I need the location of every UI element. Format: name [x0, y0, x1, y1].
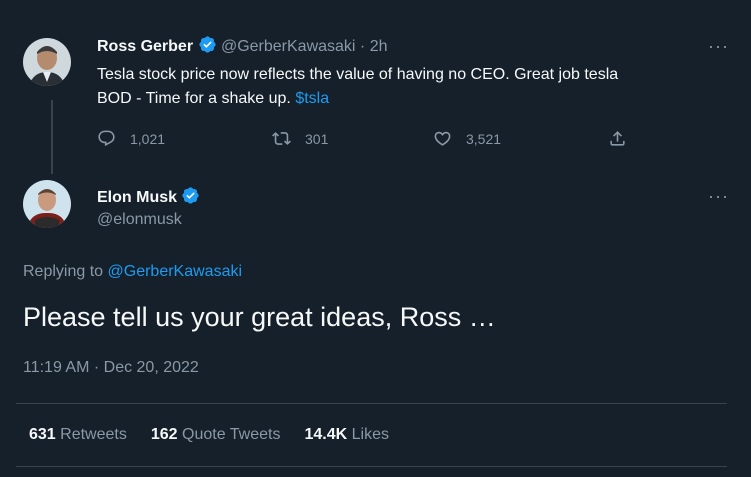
more-options-icon[interactable]: ··· [708, 36, 729, 57]
author-handle[interactable]: @GerberKawasaki [221, 38, 356, 55]
replying-to: Replying to @GerberKawasaki [23, 263, 242, 281]
heart-icon [434, 131, 451, 146]
tweet-time[interactable]: 2h [370, 38, 388, 55]
divider [16, 403, 727, 404]
tweet-text-line-2: BOD - Time for a shake up. $tsla [97, 90, 330, 107]
thread-connector-line [51, 100, 53, 174]
dot-separator: · [359, 38, 366, 55]
cashtag-link[interactable]: $tsla [295, 90, 329, 107]
retweet-button[interactable]: 301 [272, 129, 328, 148]
quote-tweets-stat[interactable]: 162 Quote Tweets [151, 426, 281, 444]
avatar-elon-musk[interactable] [23, 180, 71, 228]
verified-badge-icon [198, 35, 217, 54]
tweet-timestamp[interactable]: 11:19 AM · Dec 20, 2022 [23, 359, 199, 377]
like-count: 3,521 [466, 130, 502, 147]
author-name[interactable]: Ross Gerber [97, 38, 193, 55]
like-button[interactable]: 3,521 [433, 129, 501, 148]
replying-to-label: Replying to [23, 263, 104, 280]
share-icon [610, 131, 625, 146]
engagement-stats: 631 Retweets 162 Quote Tweets 14.4K Like… [29, 426, 389, 444]
retweet-count: 301 [305, 130, 329, 147]
more-options-icon[interactable]: ··· [708, 186, 729, 207]
reply-button[interactable]: 1,021 [97, 129, 165, 148]
reply-count: 1,021 [130, 130, 166, 147]
retweet-icon [272, 132, 291, 145]
replying-to-link[interactable]: @GerberKawasaki [108, 263, 243, 280]
parent-tweet-header: Ross Gerber @GerberKawasaki · 2h [97, 35, 388, 56]
main-tweet-text: Please tell us your great ideas, Ross … [23, 302, 496, 332]
reply-icon [98, 130, 115, 147]
retweets-stat[interactable]: 631 Retweets [29, 426, 127, 444]
avatar-ross-gerber[interactable] [23, 38, 71, 86]
divider [16, 466, 727, 467]
author-handle[interactable]: @elonmusk [97, 211, 200, 229]
author-name[interactable]: Elon Musk [97, 189, 177, 206]
parent-tweet-text: Tesla stock price now reflects the value… [97, 63, 717, 111]
tweet-text-line: Tesla stock price now reflects the value… [97, 66, 619, 83]
share-button[interactable] [608, 129, 627, 148]
likes-stat[interactable]: 14.4K Likes [304, 426, 389, 444]
verified-badge-icon [181, 186, 200, 205]
main-tweet-author: Elon Musk @elonmusk [97, 186, 200, 229]
